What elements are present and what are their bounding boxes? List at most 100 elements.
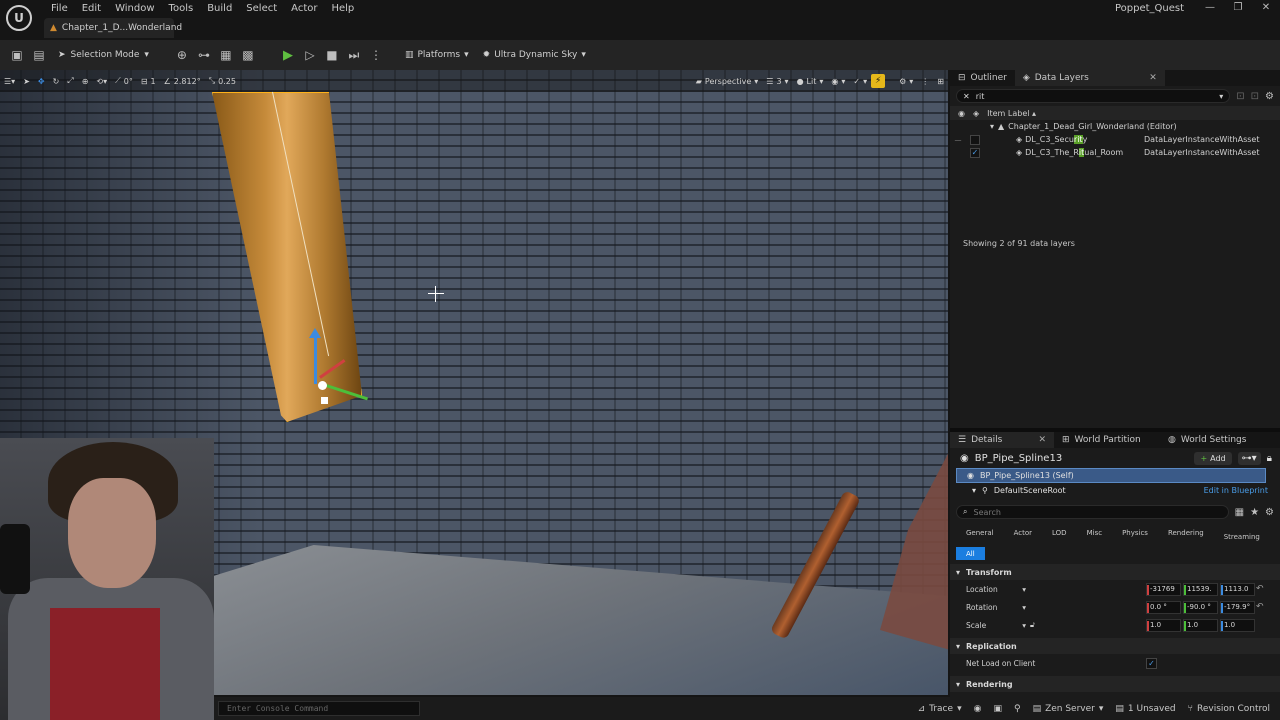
more-options-icon[interactable]: ⋮ <box>365 44 387 66</box>
menu-help[interactable]: Help <box>324 2 361 16</box>
close-icon[interactable]: ✕ <box>1149 73 1157 83</box>
unreal-logo-icon[interactable]: U <box>6 5 32 31</box>
add-layer-icon[interactable]: ⊡ <box>1236 91 1244 102</box>
revision-control-button[interactable]: ⑂ Revision Control <box>1188 704 1270 714</box>
scale-z-field[interactable]: 1.0 <box>1220 618 1255 632</box>
rotate-snap[interactable]: ∠ 2.812° <box>164 77 201 86</box>
location-x-field[interactable]: -31769 <box>1146 582 1181 596</box>
camera-speed-dropdown[interactable]: ☰ 3 ▾ <box>766 77 788 86</box>
item-label-column[interactable]: Item Label ▴ <box>987 109 1036 118</box>
category-rendering[interactable]: Rendering <box>1158 526 1214 539</box>
gizmo-center[interactable] <box>318 381 327 390</box>
world-space-icon[interactable]: ⊕ <box>82 77 89 86</box>
gizmo-z-axis[interactable] <box>314 332 317 384</box>
blueprint-options-icon[interactable]: ⊶▾ <box>1237 451 1261 465</box>
settings-dropdown[interactable]: ⚙ ▾ <box>899 77 913 86</box>
cinematics-icon[interactable]: ▦ <box>215 44 237 66</box>
category-lod[interactable]: LOD <box>1042 526 1077 539</box>
zen-server-dropdown[interactable]: ▤ Zen Server ▾ <box>1033 704 1104 714</box>
selection-mode-dropdown[interactable]: ➤ Selection Mode ▾ <box>58 50 149 60</box>
scale-dropdown[interactable]: Scale ▾ <box>966 621 1026 630</box>
category-actor[interactable]: Actor <box>1004 526 1042 539</box>
surface-snap-icon[interactable]: ⟲▾ <box>96 77 107 86</box>
close-window-icon[interactable]: ✕ <box>1252 0 1280 16</box>
section-replication[interactable]: ▾ Replication <box>950 638 1280 654</box>
lock-icon[interactable]: 🔓︎ <box>1030 620 1035 630</box>
select-tool-icon[interactable]: ➤ <box>23 77 30 86</box>
category-physics[interactable]: Physics <box>1112 526 1158 539</box>
gear-icon[interactable]: ⚙ <box>1265 507 1274 518</box>
rotation-z-field[interactable]: -179.9° <box>1220 600 1255 614</box>
menu-tools[interactable]: Tools <box>162 2 201 16</box>
blueprint-icon[interactable]: ⊶ <box>193 44 215 66</box>
edit-in-blueprint-link[interactable]: Edit in Blueprint <box>1204 486 1268 495</box>
close-icon[interactable]: ✕ <box>1038 435 1046 445</box>
menu-select[interactable]: Select <box>239 2 284 16</box>
eject-icon[interactable]: ⏭ <box>343 44 365 66</box>
tree-row-root[interactable]: ▾ ▲ Chapter_1_Dead_Girl_Wonderland (Edit… <box>950 120 1280 133</box>
screenshot-icon[interactable]: ▣ <box>993 704 1002 714</box>
component-self[interactable]: ◉ BP_Pipe_Spline13 (Self) <box>956 468 1266 483</box>
menu-edit[interactable]: Edit <box>75 2 108 16</box>
clear-search-icon[interactable]: ✕ <box>963 92 970 101</box>
rotation-y-field[interactable]: -90.0 ° <box>1183 600 1218 614</box>
load-checkbox[interactable] <box>970 134 980 145</box>
sky-dropdown[interactable]: ✹ Ultra Dynamic Sky ▾ <box>483 50 586 60</box>
details-search-input[interactable]: ⌕ Search <box>956 505 1229 519</box>
trace-dropdown[interactable]: ⊿ Trace ▾ <box>918 704 962 714</box>
rotate-tool-icon[interactable]: ↻ <box>53 77 60 86</box>
snap-toggle-icon[interactable]: ⚡ <box>871 74 886 88</box>
filter-icon[interactable]: ⊡ <box>1251 91 1259 102</box>
menu-window[interactable]: Window <box>108 2 161 16</box>
star-icon[interactable]: ★ <box>1250 507 1259 518</box>
restore-icon[interactable]: ❐ <box>1224 0 1252 16</box>
menu-actor[interactable]: Actor <box>284 2 324 16</box>
tab-world-partition[interactable]: ⊞ World Partition <box>1054 432 1160 448</box>
visibility-icon[interactable]: — <box>950 136 966 144</box>
platforms-dropdown[interactable]: ▥ Platforms ▾ <box>405 50 469 60</box>
level-tab[interactable]: ▲ Chapter_1_D...Wonderland <box>44 18 182 38</box>
minimize-icon[interactable]: — <box>1196 0 1224 16</box>
rotation-x-field[interactable]: 0.0 ° <box>1146 600 1181 614</box>
tree-row-security[interactable]: — ◈ DL_C3_Security DataLayerInstanceWith… <box>950 133 1280 146</box>
load-checkbox[interactable]: ✓ <box>970 147 980 158</box>
gear-icon[interactable]: ⚙ <box>1265 91 1274 102</box>
reset-arrow-icon[interactable]: ↶ <box>1256 602 1264 612</box>
stop-icon[interactable]: ■ <box>321 44 343 66</box>
menu-build[interactable]: Build <box>200 2 239 16</box>
section-rendering[interactable]: ▾ Rendering <box>950 676 1280 692</box>
translate-tool-icon[interactable]: ✥ <box>38 77 45 86</box>
selected-pipe-mesh[interactable] <box>212 91 362 427</box>
gizmo-z-arrow-icon[interactable] <box>309 328 321 338</box>
console-command-input[interactable]: Enter Console Command <box>218 701 420 716</box>
save-icon[interactable]: ▣ <box>6 44 28 66</box>
pin-icon[interactable]: ⚲ <box>1014 704 1021 714</box>
category-general[interactable]: General <box>956 526 1004 539</box>
scale-tool-icon[interactable]: ⤢ <box>67 76 73 86</box>
category-all[interactable]: All <box>956 547 985 560</box>
spline-point-handle[interactable] <box>321 397 328 404</box>
data-layers-search-input[interactable]: ✕ rit ▾ <box>956 89 1231 103</box>
tab-details[interactable]: ☰ Details ✕ <box>950 432 1054 448</box>
chevron-down-icon[interactable]: ▾ <box>1219 92 1223 101</box>
add-component-button[interactable]: + Add <box>1194 451 1232 465</box>
section-transform[interactable]: ▾ Transform <box>950 564 1280 580</box>
show-dropdown[interactable]: ◉ ▾ <box>831 77 845 86</box>
net-load-checkbox[interactable]: ✓ <box>1146 657 1157 669</box>
location-y-field[interactable]: 11539. <box>1183 582 1218 596</box>
location-dropdown[interactable]: Location ▾ <box>966 585 1026 594</box>
tab-outliner[interactable]: ⊟ Outliner <box>950 70 1015 86</box>
location-z-field[interactable]: 1113.0 <box>1220 582 1255 596</box>
expand-arrow-icon[interactable]: ▾ <box>990 122 994 131</box>
build-icon[interactable]: ▩ <box>237 44 259 66</box>
rotation-snap[interactable]: ⟋ 0° <box>115 76 133 86</box>
scale-y-field[interactable]: 1.0 <box>1183 618 1218 632</box>
record-icon[interactable]: ◉ <box>974 704 982 714</box>
expand-arrow-icon[interactable]: ▾ <box>972 486 976 495</box>
table-view-icon[interactable]: ▦ <box>1235 507 1244 518</box>
lit-dropdown[interactable]: ● Lit ▾ <box>797 77 824 86</box>
rotation-dropdown[interactable]: Rotation ▾ <box>966 603 1026 612</box>
grid-snap[interactable]: ⊟ 1 <box>141 77 156 86</box>
scale-x-field[interactable]: 1.0 <box>1146 618 1181 632</box>
lock-icon[interactable]: 🔒︎ <box>1267 453 1272 464</box>
